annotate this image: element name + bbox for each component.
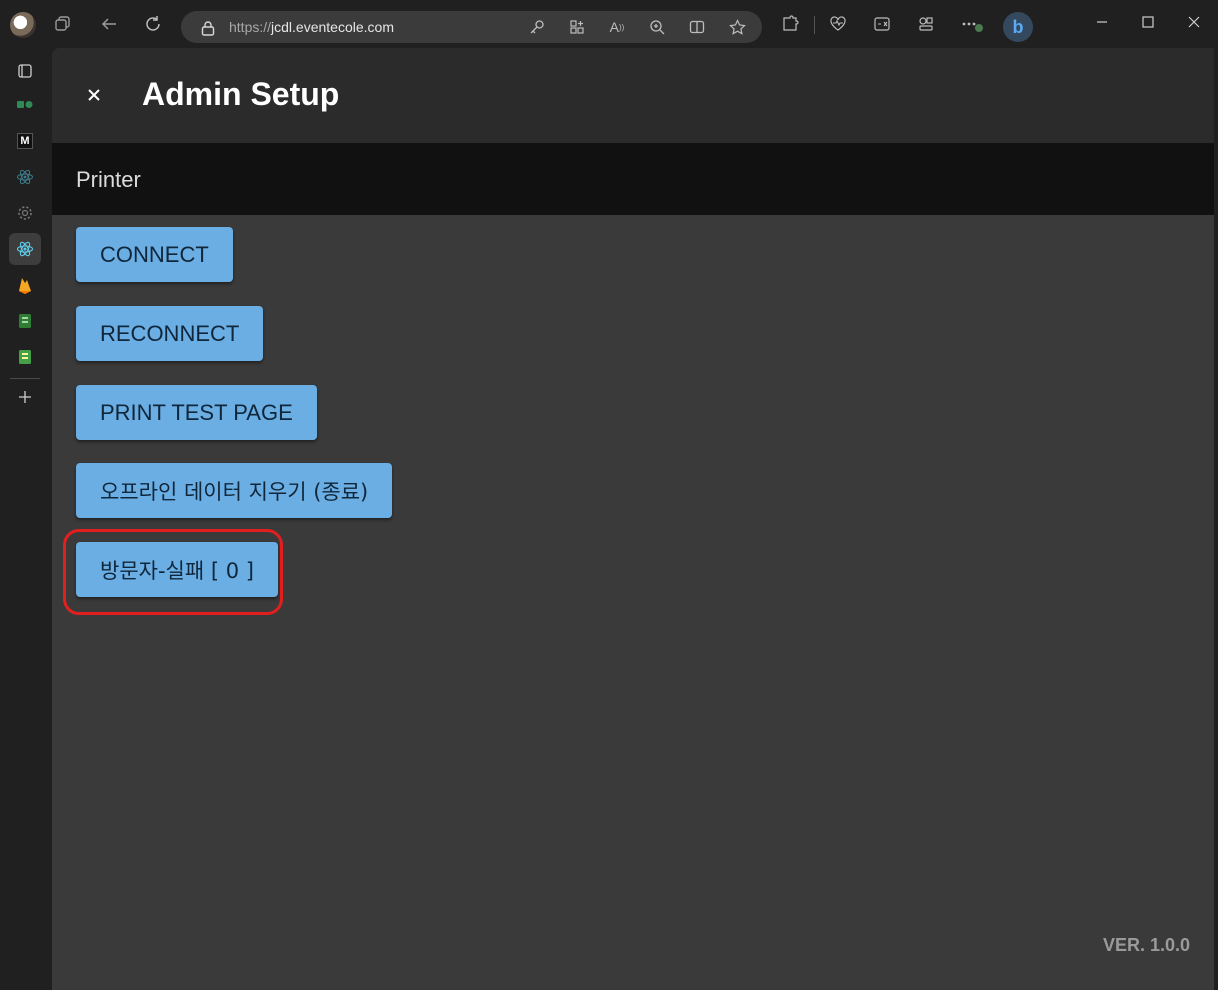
- version-label: VER. 1.0.0: [1102, 935, 1190, 955]
- sidebar-divider: [10, 378, 40, 379]
- favorite-star-icon[interactable]: [728, 18, 746, 36]
- url-text[interactable]: https://jcdl.eventecole.com: [229, 19, 394, 35]
- connect-button-label: CONNECT: [100, 241, 209, 267]
- extensions-icon[interactable]: [778, 12, 802, 36]
- visitor-fail-button[interactable]: 방문자-실패 [ 0 ]: [76, 542, 278, 597]
- clear-offline-data-button[interactable]: 오프라인 데이터 지우기 (종료): [76, 463, 393, 518]
- admin-setup-page: Admin Setup Printer CONNECT RECONNECT PR…: [52, 48, 1214, 990]
- health-icon[interactable]: [826, 12, 850, 36]
- apps-icon[interactable]: [568, 18, 586, 36]
- sidebar-app-book-icon[interactable]: [12, 308, 38, 334]
- print-test-page-button-label: PRINT TEST PAGE: [100, 399, 293, 425]
- sidebar-react-icon[interactable]: [12, 164, 38, 190]
- read-aloud-icon[interactable]: A)): [608, 18, 626, 36]
- zoom-icon[interactable]: [648, 18, 666, 36]
- page-header: Admin Setup: [52, 48, 1214, 143]
- address-bar[interactable]: https://jcdl.eventecole.com A)): [181, 11, 762, 43]
- sidebar-tabs-icon[interactable]: [12, 58, 38, 84]
- window-close-icon[interactable]: [1182, 10, 1206, 34]
- maximize-icon[interactable]: [1136, 10, 1160, 34]
- sidebar-settings-gear-icon[interactable]: [12, 200, 38, 226]
- connect-button[interactable]: CONNECT: [76, 227, 233, 282]
- sidebar-app-sheet-icon[interactable]: [12, 344, 38, 370]
- sidebar-react-active-icon[interactable]: [9, 233, 41, 265]
- browser-toolbar: https://jcdl.eventecole.com A)) b: [0, 0, 1218, 48]
- split-screen-icon[interactable]: [688, 18, 706, 36]
- refresh-icon[interactable]: [141, 12, 165, 36]
- bing-copilot-icon[interactable]: b: [1003, 12, 1033, 42]
- clear-offline-data-button-label: 오프라인 데이터 지우기 (종료): [100, 479, 369, 504]
- math-solver-icon[interactable]: [870, 12, 894, 36]
- profile-avatar[interactable]: [10, 12, 36, 38]
- sidebar-app-green-icon[interactable]: [12, 92, 38, 118]
- printer-section-header: Printer: [52, 143, 1214, 215]
- sidebar-app-m-icon[interactable]: M: [12, 128, 38, 154]
- print-test-page-button[interactable]: PRINT TEST PAGE: [76, 385, 317, 440]
- close-icon[interactable]: [80, 81, 108, 109]
- collections-icon[interactable]: [914, 12, 938, 36]
- minimize-icon[interactable]: [1090, 10, 1114, 34]
- tab-actions-icon[interactable]: [51, 12, 75, 36]
- section-title: Printer: [76, 167, 141, 192]
- more-options-icon[interactable]: [960, 12, 984, 36]
- reconnect-button-label: RECONNECT: [100, 320, 240, 346]
- sidebar-firebase-icon[interactable]: [12, 272, 38, 298]
- sidebar-add-icon[interactable]: [12, 384, 38, 410]
- toolbar-divider: [814, 16, 815, 34]
- back-icon[interactable]: [97, 12, 121, 36]
- lock-icon[interactable]: [201, 20, 215, 41]
- visitor-fail-button-label: 방문자-실패 [ 0 ]: [100, 558, 254, 583]
- reconnect-button[interactable]: RECONNECT: [76, 306, 264, 361]
- page-title: Admin Setup: [142, 76, 340, 112]
- key-icon[interactable]: [528, 18, 546, 36]
- browser-sidebar: M: [0, 48, 50, 990]
